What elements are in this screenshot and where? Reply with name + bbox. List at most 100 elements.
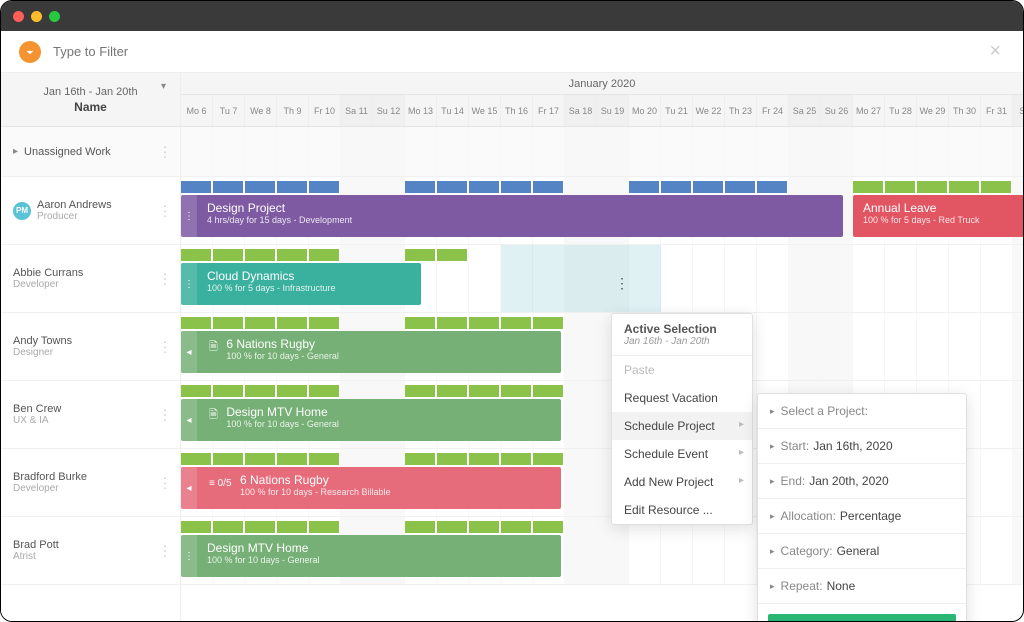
schedule-panel: ▸Select a Project: ▸Start:Jan 16th, 2020… [757, 393, 967, 621]
menu-item-paste: Paste [612, 356, 752, 384]
caret-down-icon: ▾ [161, 81, 166, 92]
drag-handle-icon[interactable]: ⋮ [181, 195, 197, 237]
unassigned-label: Unassigned Work [24, 146, 168, 158]
resource-name: Bradford Burke [13, 471, 168, 483]
more-icon[interactable]: ⋮ [158, 202, 172, 219]
bar-title: 6 Nations Rugby [226, 337, 339, 351]
day-cell: Sa 25 [789, 95, 821, 126]
more-icon[interactable]: ⋮ [158, 406, 172, 423]
resource-row[interactable]: Andy TownsDesigner⋮ [1, 313, 180, 381]
day-cell: Th 9 [277, 95, 309, 126]
brand-icon [19, 41, 41, 63]
resource-name: Brad Pott [13, 539, 168, 551]
task-bar-design-project[interactable]: ⋮ Design Project 4 hrs/day for 15 days -… [181, 195, 843, 237]
context-menu-subtitle: Jan 16th - Jan 20th [624, 336, 740, 347]
selection-menu-icon[interactable]: ⋮ [615, 275, 629, 292]
bar-subtitle: 100 % for 5 days - Infrastructure [207, 283, 411, 293]
window-close-dot[interactable] [13, 11, 24, 22]
day-cell: Sa 18 [565, 95, 597, 126]
day-cell: Mo 13 [405, 95, 437, 126]
day-cell: We 8 [245, 95, 277, 126]
resource-row[interactable]: Ben CrewUX & IA⋮ [1, 381, 180, 449]
task-bar-design-mtv[interactable]: ◂ 🗎 Design MTV Home 100 % for 10 days - … [181, 399, 561, 441]
window-titlebar [1, 1, 1023, 31]
bar-subtitle: 4 hrs/day for 15 days - Development [207, 215, 833, 225]
unassigned-row[interactable]: ▸ Unassigned Work ⋮ [1, 127, 180, 177]
sidebar-header[interactable]: ▾ Jan 16th - Jan 20th Name [1, 73, 180, 127]
date-range-label: Jan 16th - Jan 20th [43, 86, 137, 98]
drag-handle-icon[interactable]: ⋮ [181, 535, 197, 577]
day-cell: Sa 11 [341, 95, 373, 126]
day-cell: Su 12 [373, 95, 405, 126]
panel-select-project[interactable]: ▸Select a Project: [758, 394, 966, 429]
filter-input[interactable] [53, 44, 985, 59]
drag-handle-icon[interactable]: ◂ [181, 331, 197, 373]
day-cell: Su 19 [597, 95, 629, 126]
day-cell: Tu 14 [437, 95, 469, 126]
menu-item-schedule-event[interactable]: Schedule Event▸ [612, 440, 752, 468]
resource-row[interactable]: Brad PottAtrist⋮ [1, 517, 180, 585]
drag-handle-icon[interactable]: ◂ [181, 399, 197, 441]
task-bar-cloud-dynamics[interactable]: ⋮ Cloud Dynamics 100 % for 5 days - Infr… [181, 263, 421, 305]
schedule-button[interactable]: ➔Schedule [768, 614, 956, 621]
resource-row[interactable]: Bradford BurkeDeveloper⋮ [1, 449, 180, 517]
resource-role: Atrist [13, 551, 168, 562]
utilization-strip [181, 181, 1011, 193]
window-max-dot[interactable] [49, 11, 60, 22]
menu-item-request-vacation[interactable]: Request Vacation [612, 384, 752, 412]
day-cell: We 15 [469, 95, 501, 126]
resource-role: Producer [37, 211, 168, 222]
more-icon[interactable]: ⋮ [158, 542, 172, 559]
panel-repeat[interactable]: ▸Repeat:None [758, 569, 966, 604]
more-icon[interactable]: ⋮ [158, 474, 172, 491]
timeline-row[interactable]: ⋮ ⋮ Cloud Dynamics 100 % for 5 days - In… [181, 245, 1023, 313]
days-row: Mo 6Tu 7We 8Th 9Fr 10Sa 11Su 12Mo 13Tu 1… [181, 95, 1023, 127]
chevron-right-icon: ▸ [770, 406, 775, 417]
context-menu-title: Active Selection [624, 322, 740, 336]
drag-handle-icon[interactable]: ⋮ [181, 263, 197, 305]
timeline-row[interactable]: ⋮ Design Project 4 hrs/day for 15 days -… [181, 177, 1023, 245]
day-cell: Th 30 [949, 95, 981, 126]
day-cell: Th 23 [725, 95, 757, 126]
day-cell: Fr 10 [309, 95, 341, 126]
task-bar-annual-leave[interactable]: Annual Leave 100 % for 5 days - Red Truc… [853, 195, 1023, 237]
task-bar-6-nations-b[interactable]: ◂ ≡ 0/5 6 Nations Rugby 100 % for 10 day… [181, 467, 561, 509]
resource-row[interactable]: Abbie CurransDeveloper⋮ [1, 245, 180, 313]
panel-category[interactable]: ▸Category:General [758, 534, 966, 569]
chevron-right-icon: ▸ [739, 419, 744, 430]
task-bar-design-mtv-b[interactable]: ⋮ Design MTV Home 100 % for 10 days - Ge… [181, 535, 561, 577]
menu-item-add-new-project[interactable]: Add New Project▸ [612, 468, 752, 496]
timeline-row-unassigned[interactable] [181, 127, 1023, 177]
resource-row[interactable]: PMAaron AndrewsProducer⋮ [1, 177, 180, 245]
day-cell: Fr 31 [981, 95, 1013, 126]
chevron-right-icon: ▸ [770, 546, 775, 557]
utilization-strip [181, 249, 467, 261]
file-icon: 🗎 [209, 338, 218, 357]
menu-item-schedule-project[interactable]: Schedule Project▸ [612, 412, 752, 440]
file-icon: 🗎 [209, 406, 218, 425]
expand-icon[interactable]: ▸ [13, 146, 18, 157]
more-icon[interactable]: ⋮ [158, 338, 172, 355]
chevron-right-icon: ▸ [770, 511, 775, 522]
bar-title: Design Project [207, 201, 833, 215]
window-min-dot[interactable] [31, 11, 42, 22]
bar-title: Design MTV Home [207, 541, 551, 555]
panel-end-date[interactable]: ▸End:Jan 20th, 2020 [758, 464, 966, 499]
close-icon[interactable]: × [985, 36, 1005, 67]
menu-item-edit-resource[interactable]: Edit Resource ... [612, 496, 752, 524]
task-bar-6-nations[interactable]: ◂ 🗎 6 Nations Rugby 100 % for 10 days - … [181, 331, 561, 373]
day-cell: Mo 20 [629, 95, 661, 126]
more-icon[interactable]: ⋮ [158, 143, 172, 160]
panel-allocation[interactable]: ▸Allocation:Percentage [758, 499, 966, 534]
drag-handle-icon[interactable]: ◂ [181, 467, 197, 509]
resource-role: UX & IA [13, 415, 168, 426]
day-cell: Tu 7 [213, 95, 245, 126]
panel-start-date[interactable]: ▸Start:Jan 16th, 2020 [758, 429, 966, 464]
timeline-row[interactable]: ◂ 🗎 6 Nations Rugby 100 % for 10 days - … [181, 313, 1023, 381]
more-icon[interactable]: ⋮ [158, 270, 172, 287]
day-cell: Mo 6 [181, 95, 213, 126]
resource-name: Aaron Andrews [37, 199, 168, 211]
selection-overlay [501, 245, 661, 312]
utilization-strip [181, 521, 563, 533]
chevron-right-icon: ▸ [770, 441, 775, 452]
